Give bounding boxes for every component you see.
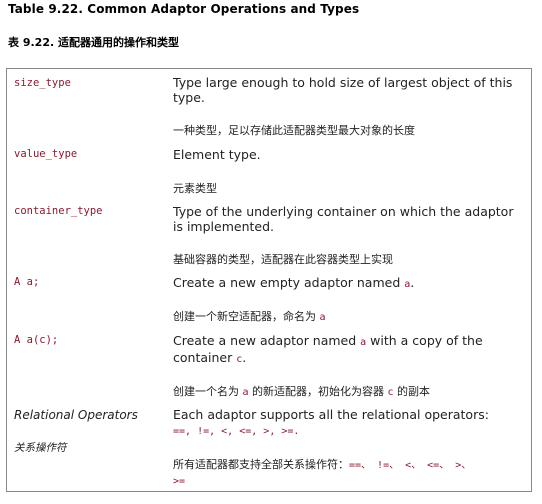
term-size-type: size_type bbox=[14, 77, 71, 89]
term-relational-operators: Relational Operators bbox=[14, 408, 138, 422]
desc-default-ctor: Create a new empty adaptor named a. bbox=[173, 275, 525, 292]
desc-text: . bbox=[410, 275, 415, 290]
desc-cn-value-type: 元素类型 bbox=[173, 182, 217, 195]
term-copy-ctor: A a(c); bbox=[14, 334, 59, 346]
desc-text: Create a new empty adaptor named bbox=[173, 275, 405, 290]
desc-value-type: Element type. bbox=[173, 147, 261, 162]
desc-cn-text: 的新适配器，初始化为容器 bbox=[248, 385, 388, 398]
desc-text: . bbox=[242, 350, 247, 365]
desc-cn-size-type: 一种类型，足以存储此适配器类型最大对象的长度 bbox=[173, 124, 415, 137]
desc-cn-text: 的副本 bbox=[393, 385, 431, 398]
term-relational-operators-cn: 关系操作符 bbox=[14, 442, 67, 454]
term-default-ctor: A a; bbox=[14, 276, 40, 288]
desc-relational-operators: Each adaptor supports all the relational… bbox=[173, 407, 525, 439]
desc-text: Create a new adaptor named bbox=[173, 333, 361, 348]
code-a: a bbox=[319, 312, 326, 323]
desc-cn-text: 创建一个名为 bbox=[173, 385, 243, 398]
desc-size-type: Type large enough to hold size of larges… bbox=[173, 75, 513, 105]
desc-cn-text: 所有适配器都支持全部关系操作符： bbox=[173, 458, 349, 471]
desc-cn-container-type: 基础容器的类型，适配器在此容器类型上实现 bbox=[173, 253, 393, 266]
operators-list-cn-cont: >= bbox=[173, 476, 186, 487]
desc-cn-copy-ctor: 创建一个名为 a 的新适配器，初始化为容器 c 的副本 bbox=[173, 383, 525, 399]
term-value-type: value_type bbox=[14, 148, 78, 160]
term-container-type: container_type bbox=[14, 205, 103, 217]
operators-list-cn: ==、 !=、 <、 <=、 >、 bbox=[349, 460, 472, 471]
desc-copy-ctor: Create a new adaptor named a with a copy… bbox=[173, 333, 525, 367]
table-title-chinese: 表 9.22. 适配器通用的操作和类型 bbox=[8, 36, 179, 49]
desc-container-type: Type of the underlying container on whic… bbox=[173, 204, 514, 234]
desc-cn-default-ctor: 创建一个新空适配器，命名为 a bbox=[173, 308, 525, 324]
table-title: Table 9.22. Common Adaptor Operations an… bbox=[8, 2, 360, 16]
desc-cn-text: 创建一个新空适配器，命名为 bbox=[173, 310, 320, 323]
operators-list: ==, !=, <, <=, >, >=. bbox=[173, 426, 300, 437]
desc-cn-relational-operators: 所有适配器都支持全部关系操作符：==、 !=、 <、 <=、 >、 >= bbox=[173, 457, 525, 489]
desc-text: Each adaptor supports all the relational… bbox=[173, 407, 489, 422]
operations-table: size_type Type large enough to hold size… bbox=[6, 68, 532, 492]
